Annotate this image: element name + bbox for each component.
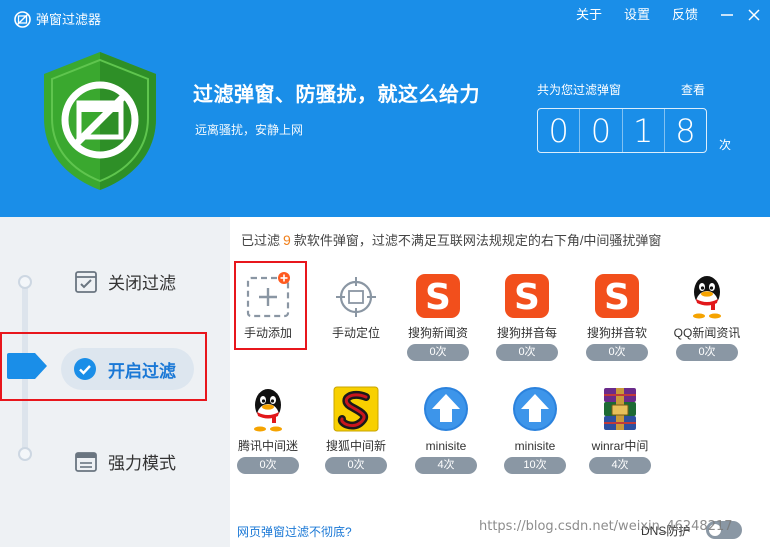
watermark-text: https://blog.csdn.net/weixin_46248217: [479, 519, 733, 534]
counter-digit: 0: [580, 109, 623, 152]
tile-manual-add[interactable]: 手动添加: [228, 272, 308, 341]
tile-count-badge: 0次: [496, 344, 558, 361]
svg-text:S: S: [425, 277, 451, 318]
mode-slider-knob[interactable]: [3, 351, 49, 381]
crosshair-icon: [336, 277, 376, 317]
tile-count-badge: 0次: [237, 457, 299, 474]
tile-label: 腾讯中间迷: [237, 439, 298, 453]
mode-label: 关闭过滤: [108, 274, 176, 293]
minimize-icon[interactable]: [716, 4, 738, 26]
svg-text:S: S: [514, 277, 540, 318]
tile-app[interactable]: S 搜狗新闻资 0次: [398, 272, 478, 361]
tile-label: 搜狗拼音每: [496, 326, 557, 340]
mode-open-filter[interactable]: 开启过滤: [61, 348, 194, 390]
summary-count: 9: [283, 232, 291, 248]
tile-count-badge: 4次: [415, 457, 477, 474]
tile-count-badge: 0次: [586, 344, 648, 361]
tile-label: 搜狗拼音软: [586, 326, 647, 340]
svg-text:S: S: [604, 277, 630, 318]
tile-label: 搜狗新闻资: [407, 326, 468, 340]
tile-count-badge: 10次: [504, 457, 566, 474]
header-banner: 弹窗过滤器 关于 设置 反馈 过滤弹窗、防骚扰，就这么给力 远离骚扰，安静上网 …: [0, 0, 770, 217]
slider-dot: [18, 275, 32, 289]
headline: 过滤弹窗、防骚扰，就这么给力: [193, 84, 480, 106]
winrar-icon: [604, 388, 636, 430]
tile-label: 搜狐中间新: [325, 439, 386, 453]
mode-label: 强力模式: [108, 454, 176, 473]
upload-arrow-icon: [513, 387, 557, 431]
summary-prefix: 已过滤: [241, 233, 281, 248]
qq-penguin-icon: [254, 389, 282, 432]
filter-incomplete-link[interactable]: 网页弹窗过滤不彻底?: [237, 523, 352, 540]
mode-strong[interactable]: 强力模式: [74, 449, 176, 474]
app-logo-icon: [14, 11, 31, 28]
tile-manual-locate[interactable]: 手动定位: [316, 272, 396, 341]
app-title: 弹窗过滤器: [36, 12, 102, 27]
close-icon[interactable]: [743, 4, 765, 26]
qq-penguin-icon: [693, 276, 721, 319]
counter-unit: 次: [719, 138, 732, 152]
tile-label: QQ新闻资讯: [673, 326, 741, 340]
counter-digit: 0: [538, 109, 581, 152]
tile-app[interactable]: QQ新闻资讯 0次: [667, 272, 747, 361]
tile-label: winrar中间: [591, 439, 649, 453]
menu-settings[interactable]: 设置: [624, 7, 650, 22]
menu-feedback[interactable]: 反馈: [672, 7, 698, 22]
tile-app[interactable]: winrar中间 4次: [580, 385, 660, 474]
tile-count-badge: 0次: [407, 344, 469, 361]
subtitle: 远离骚扰，安静上网: [195, 123, 304, 137]
mode-panel: 关闭过滤 开启过滤 强力模式: [0, 217, 230, 547]
counter-digit: 1: [623, 109, 665, 152]
counter-digit: 8: [675, 111, 696, 150]
filter-summary: 已过滤 9 款软件弹窗，过滤不满足互联网法规规定的右下角/中间骚扰弹窗: [241, 231, 661, 250]
slider-dot: [18, 447, 32, 461]
check-circle-icon: [74, 358, 96, 380]
tile-app[interactable]: 搜狐中间新 0次: [316, 385, 396, 474]
window-icon: [75, 451, 97, 472]
sohu-icon: [333, 386, 379, 432]
sogou-icon: S: [505, 274, 549, 318]
upload-arrow-icon: [424, 387, 468, 431]
summary-suffix: 款软件弹窗，过滤不满足互联网法规规定的右下角/中间骚扰弹窗: [293, 233, 662, 248]
tile-label: 手动定位: [331, 326, 380, 340]
sogou-icon: S: [595, 274, 639, 318]
filter-counter: 0 0 1 8: [537, 108, 707, 153]
add-icon: [246, 272, 290, 318]
tile-count-badge: 0次: [325, 457, 387, 474]
tile-app[interactable]: 腾讯中间迷 0次: [228, 385, 308, 474]
tile-label: minisite: [514, 439, 556, 453]
counter-label: 共为您过滤弹窗: [537, 83, 622, 97]
checklist-icon: [75, 270, 97, 293]
tile-label: minisite: [425, 439, 467, 453]
tile-label: 手动添加: [243, 326, 292, 340]
tile-app[interactable]: S 搜狗拼音每 0次: [487, 272, 567, 361]
menu-about[interactable]: 关于: [576, 7, 602, 22]
tile-app[interactable]: S 搜狗拼音软 0次: [577, 272, 657, 361]
tile-app[interactable]: minisite 10次: [495, 385, 575, 474]
main-content: 已过滤 9 款软件弹窗，过滤不满足互联网法规规定的右下角/中间骚扰弹窗 手动添加 手…: [230, 217, 770, 547]
tile-count-badge: 0次: [676, 344, 738, 361]
view-link[interactable]: 查看: [681, 82, 705, 98]
mode-label: 开启过滤: [108, 361, 176, 381]
tile-app[interactable]: minisite 4次: [406, 385, 486, 474]
tile-count-badge: 4次: [589, 457, 651, 474]
mode-close-filter[interactable]: 关闭过滤: [74, 269, 176, 294]
shield-block-icon: [44, 52, 156, 190]
sogou-icon: S: [416, 274, 460, 318]
